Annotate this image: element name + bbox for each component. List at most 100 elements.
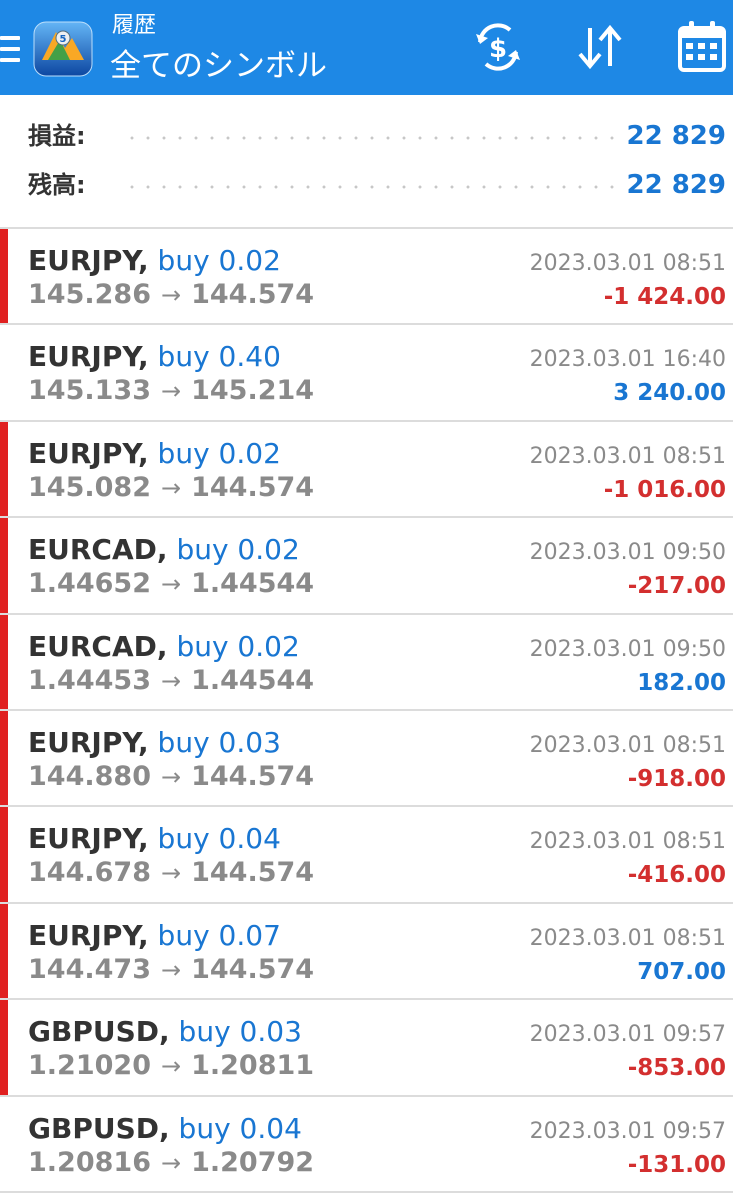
deal-profit: -853.00 [627, 1055, 726, 1082]
deal-prices: 1.21020 → 1.20811 [28, 1049, 314, 1083]
open-price: 145.286 [28, 279, 151, 310]
deal-row[interactable]: EURJPY, buy 0.02 145.286 → 144.574 2023.03.0… [0, 229, 733, 326]
header-title[interactable]: 全てのシンボル [110, 46, 327, 86]
deal-symbol: EURCAD, [28, 533, 168, 567]
arrow-right-icon: → [160, 1148, 182, 1177]
deal-prices: 145.133 → 145.214 [28, 374, 314, 408]
deal-type: buy 0.02 [157, 244, 281, 277]
deal-prices: 144.473 → 144.574 [28, 953, 314, 987]
deal-type: buy 0.07 [157, 918, 281, 952]
deal-time: 2023.03.01 08:51 [529, 251, 726, 276]
open-price: 145.082 [28, 471, 151, 503]
deal-profit: -416.00 [627, 862, 726, 889]
summary-profit-row: 損益: 22 829 [0, 116, 733, 156]
deal-symbol: EURJPY, [28, 822, 149, 856]
header-subtitle: 履歴 [112, 13, 157, 38]
deal-profit: 707.00 [637, 958, 726, 985]
deal-prices: 144.880 → 144.574 [28, 760, 314, 794]
close-price: 1.20811 [191, 1050, 315, 1082]
loss-marker [0, 710, 8, 806]
app-logo: 5 [32, 20, 94, 78]
deal-row[interactable]: GBPUSD, buy 0.04 1.20816 → 1.20792 2023.03.0… [0, 1097, 733, 1193]
loss-marker [0, 229, 8, 324]
open-price: 1.44652 [28, 568, 151, 600]
loss-marker [0, 1000, 8, 1095]
deal-prices: 1.44453 → 1.44544 [28, 664, 314, 698]
deal-time: 2023.03.01 08:51 [529, 443, 726, 469]
deal-profit: -1 424.00 [603, 284, 726, 310]
deal-symbol: EURJPY, [28, 918, 149, 952]
deal-prices: 1.44652 → 1.44544 [28, 567, 314, 601]
deal-row[interactable]: EURJPY, buy 0.02 145.082 → 144.574 2023.03.0… [0, 421, 733, 519]
deal-row[interactable]: EURJPY, buy 0.07 144.473 → 144.574 2023.03.0… [0, 903, 733, 1001]
deal-row[interactable]: EURJPY, buy 0.40 145.133 → 145.214 2023.03.0… [0, 325, 733, 422]
loss-marker [0, 807, 8, 902]
deal-symbol: GBPUSD, [28, 1015, 170, 1049]
deal-type: buy 0.02 [157, 436, 281, 470]
deal-time: 2023.03.01 09:57 [529, 1118, 726, 1144]
deal-row[interactable]: GBPUSD, buy 0.03 1.21020 → 1.20811 2023.03.0… [0, 1000, 733, 1097]
deal-symbol: EURCAD, [28, 629, 168, 663]
profit-value: 22 829 [626, 121, 726, 151]
close-price: 144.574 [191, 857, 315, 889]
open-price: 1.44453 [28, 664, 151, 696]
calendar-icon[interactable] [670, 18, 733, 76]
deal-header: EURJPY, buy 0.40 [28, 339, 281, 375]
deal-time: 2023.03.01 08:51 [529, 829, 726, 855]
close-price: 144.574 [191, 471, 315, 503]
deal-type: buy 0.40 [157, 340, 281, 374]
dotted-leader [124, 136, 617, 140]
close-price: 144.574 [191, 760, 315, 792]
summary-balance-row: 残高: 22 829 [0, 165, 733, 205]
balance-label: 残高: [28, 171, 86, 199]
deal-profit: -918.00 [627, 765, 726, 792]
currency-exchange-icon[interactable]: $ [466, 18, 530, 76]
deal-header: EURJPY, buy 0.02 [28, 436, 281, 472]
loss-marker [0, 518, 8, 613]
deal-type: buy 0.03 [178, 1015, 302, 1049]
deal-symbol: EURJPY, [28, 725, 149, 759]
deal-row[interactable]: EURCAD, buy 0.02 1.44453 → 1.44544 2023.03.0… [0, 614, 733, 711]
loss-marker [0, 614, 8, 709]
deal-type: buy 0.03 [157, 725, 281, 759]
arrow-right-icon: → [160, 377, 182, 406]
deal-row[interactable]: EURJPY, buy 0.04 144.678 → 144.574 2023.03.0… [0, 807, 733, 904]
app-header: 5 履歴 全てのシンボル $ [0, 0, 733, 95]
deal-profit: 182.00 [637, 669, 726, 696]
deal-list: EURJPY, buy 0.02 145.286 → 144.574 2023.03.0… [0, 229, 733, 1193]
profit-label: 損益: [28, 122, 86, 150]
close-price: 144.574 [191, 953, 315, 985]
dotted-leader [124, 185, 617, 189]
menu-icon[interactable] [0, 36, 20, 62]
arrow-right-icon: → [160, 473, 182, 502]
deal-type: buy 0.02 [176, 629, 300, 663]
close-price: 144.574 [191, 279, 315, 310]
deal-prices: 1.20816 → 1.20792 [28, 1146, 314, 1180]
loss-marker [0, 421, 8, 517]
deal-symbol: GBPUSD, [28, 1111, 170, 1145]
deal-prices: 144.678 → 144.574 [28, 856, 314, 890]
close-price: 1.44544 [191, 568, 315, 600]
open-price: 144.473 [28, 953, 151, 985]
close-price: 1.44544 [191, 664, 315, 696]
close-price: 145.214 [191, 375, 315, 407]
deal-header: EURCAD, buy 0.02 [28, 532, 300, 568]
deal-profit: -1 016.00 [603, 476, 726, 503]
arrow-right-icon: → [160, 281, 182, 309]
deal-header: EURJPY, buy 0.03 [28, 725, 281, 761]
deal-profit: 3 240.00 [613, 380, 726, 407]
sort-icon[interactable] [568, 18, 632, 76]
deal-header: EURJPY, buy 0.02 [28, 243, 281, 279]
arrow-right-icon: → [160, 570, 182, 599]
arrow-right-icon: → [160, 955, 182, 984]
arrow-right-icon: → [160, 666, 182, 695]
deal-row[interactable]: EURCAD, buy 0.02 1.44652 → 1.44544 2023.03.0… [0, 518, 733, 615]
deal-type: buy 0.02 [176, 533, 300, 567]
deal-profit: -217.00 [627, 573, 726, 600]
open-price: 1.21020 [28, 1050, 151, 1082]
deal-row[interactable]: EURJPY, buy 0.03 144.880 → 144.574 2023.03.0… [0, 710, 733, 808]
open-price: 145.133 [28, 375, 151, 407]
deal-symbol: EURJPY, [28, 244, 149, 277]
deal-time: 2023.03.01 09:57 [529, 1022, 726, 1048]
deal-time: 2023.03.01 08:51 [529, 925, 726, 951]
